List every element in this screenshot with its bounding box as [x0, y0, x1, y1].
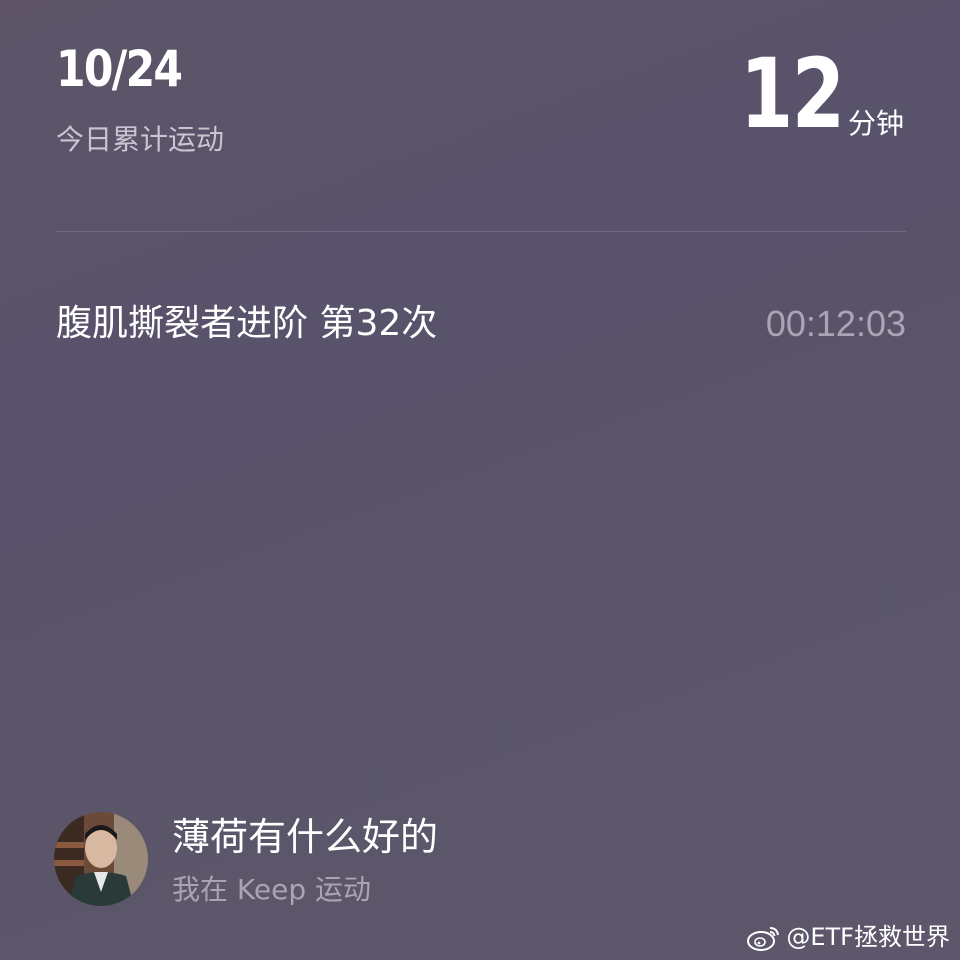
activity-duration: 00:12:03: [765, 303, 906, 344]
total-minutes-unit: 分钟: [847, 107, 904, 140]
total-minutes: 12 分钟: [714, 46, 904, 142]
watermark-text: @ETF拯救世界: [786, 923, 950, 951]
divider: [56, 231, 906, 232]
activity-name: 腹肌撕裂者进阶 第32次: [56, 303, 438, 344]
activity-row[interactable]: 腹肌撕裂者进阶 第32次 00:12:03: [56, 306, 906, 342]
user-subtitle: 我在 Keep 运动: [172, 873, 371, 906]
avatar-image: [54, 812, 148, 906]
weibo-icon: [747, 927, 780, 951]
total-minutes-value: 12: [740, 38, 845, 150]
daily-total-label: 今日累计运动: [56, 123, 225, 156]
watermark: @ETF拯救世界: [746, 922, 950, 952]
avatar[interactable]: [54, 812, 148, 906]
date-label: 10/24: [56, 40, 183, 98]
user-name: 薄荷有什么好的: [172, 815, 439, 859]
